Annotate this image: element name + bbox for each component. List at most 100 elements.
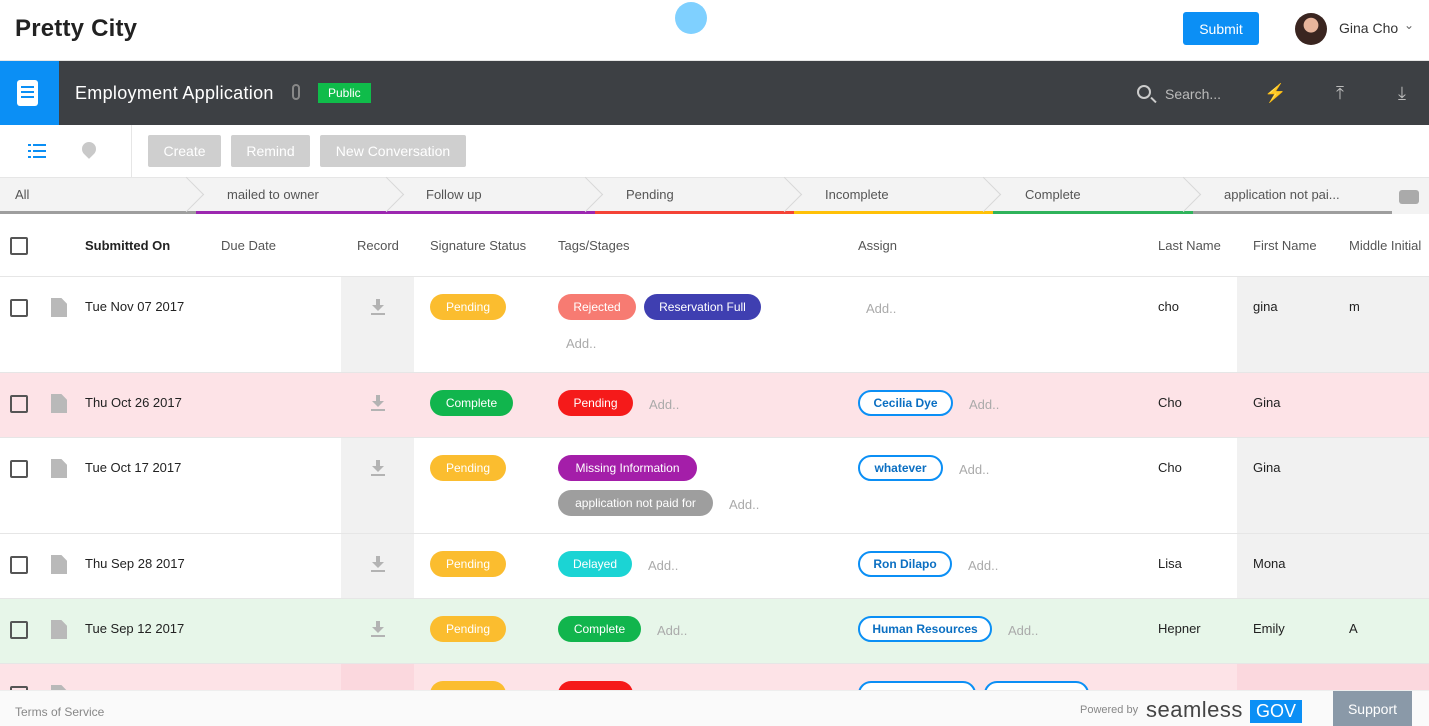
- file-icon[interactable]: [51, 620, 67, 639]
- column-header-first-name[interactable]: First Name: [1253, 238, 1317, 253]
- assignee-pill[interactable]: Human Resources: [858, 616, 992, 642]
- search-input[interactable]: [1165, 83, 1245, 105]
- row-checkbox[interactable]: [10, 460, 28, 478]
- row-checkbox[interactable]: [10, 556, 28, 574]
- signature-status-pill[interactable]: Pending: [430, 294, 506, 320]
- select-all-checkbox[interactable]: [10, 237, 28, 255]
- tag-pill[interactable]: Missing Information: [558, 455, 697, 481]
- table-row[interactable]: Thu Oct 26 2017 Complete Pending Add.. C…: [0, 373, 1429, 438]
- powered-by-text: Powered by: [1080, 704, 1139, 716]
- table-row[interactable]: Thu Sep 28 2017 Pending Delayed Add.. Ro…: [0, 534, 1429, 599]
- paperclip-icon[interactable]: [292, 84, 300, 100]
- terms-of-service-link[interactable]: Terms of Service: [15, 705, 104, 719]
- tag-pill[interactable]: application not paid for: [558, 490, 713, 516]
- column-header-tags-stages[interactable]: Tags/Stages: [558, 238, 630, 253]
- gear-icon[interactable]: [1399, 190, 1419, 204]
- file-icon[interactable]: [51, 555, 67, 574]
- support-button[interactable]: Support: [1333, 691, 1412, 726]
- brand-title: Pretty City: [15, 15, 138, 42]
- download-icon[interactable]: [371, 621, 385, 637]
- stage-label: Incomplete: [825, 187, 889, 202]
- row-checkbox[interactable]: [10, 621, 28, 639]
- signature-status-pill[interactable]: Complete: [430, 390, 513, 416]
- user-name[interactable]: Gina Cho: [1339, 20, 1398, 36]
- table-row[interactable]: Tue Oct 17 2017 Pending Missing Informat…: [0, 438, 1429, 534]
- create-button[interactable]: Create: [148, 135, 221, 167]
- add-assignee-link[interactable]: Add..: [959, 462, 989, 477]
- first-name: gina: [1253, 299, 1278, 314]
- add-tag-link[interactable]: Add..: [566, 336, 596, 351]
- add-tag-link[interactable]: Add..: [729, 497, 759, 512]
- tag-pill[interactable]: Complete: [558, 616, 641, 642]
- app-root: Pretty City Submit Gina Cho ⌄ Employment…: [0, 0, 1429, 726]
- stage-tab-follow-up[interactable]: Follow up: [396, 178, 595, 214]
- row-checkbox[interactable]: [10, 299, 28, 317]
- add-tag-link[interactable]: Add..: [649, 397, 679, 412]
- lightning-icon[interactable]: ⚡: [1264, 81, 1286, 105]
- download-icon[interactable]: [371, 460, 385, 476]
- last-name: cho: [1158, 299, 1179, 314]
- add-assignee-link[interactable]: Add..: [1008, 623, 1038, 638]
- search-icon[interactable]: [1137, 85, 1151, 99]
- add-assignee-link[interactable]: Add..: [968, 558, 998, 573]
- file-icon[interactable]: [51, 459, 67, 478]
- stage-tab-mailed-to-owner[interactable]: mailed to owner: [196, 178, 396, 214]
- download-icon[interactable]: [371, 299, 385, 315]
- stage-tab-complete[interactable]: Complete: [993, 178, 1193, 214]
- first-name: Mona: [1253, 556, 1286, 571]
- last-name: Lisa: [1158, 556, 1182, 571]
- column-header-last-name[interactable]: Last Name: [1158, 238, 1221, 253]
- map-pin-icon[interactable]: [79, 139, 99, 159]
- list-view-icon[interactable]: [28, 144, 46, 158]
- first-name: Gina: [1253, 395, 1281, 410]
- column-header-signature-status[interactable]: Signature Status: [430, 238, 526, 253]
- cursor-indicator: [675, 2, 707, 34]
- remind-button[interactable]: Remind: [231, 135, 310, 167]
- tag-pill[interactable]: Rejected: [558, 294, 636, 320]
- column-header-record[interactable]: Record: [357, 238, 399, 253]
- submit-button[interactable]: Submit: [1183, 12, 1259, 45]
- column-header-submitted-on[interactable]: Submitted On: [85, 238, 170, 253]
- chevron-down-icon[interactable]: ⌄: [1404, 18, 1414, 32]
- avatar[interactable]: [1295, 13, 1327, 45]
- add-tag-link[interactable]: Add..: [648, 558, 678, 573]
- upload-icon[interactable]: ⤒: [1329, 81, 1351, 105]
- column-header-assign[interactable]: Assign: [858, 238, 897, 253]
- table-row[interactable]: Tue Nov 07 2017 Pending Rejected Reserva…: [0, 277, 1429, 373]
- middle-initial: m: [1349, 299, 1360, 314]
- stage-tab-application-not-paid[interactable]: application not pai...: [1193, 178, 1392, 214]
- stage-tab-pending[interactable]: Pending: [595, 178, 794, 214]
- column-header-middle-initial[interactable]: Middle Initial: [1349, 238, 1421, 253]
- signature-status-pill[interactable]: Pending: [430, 455, 506, 481]
- stage-label: Follow up: [426, 187, 482, 202]
- submitted-date: Tue Sep 12 2017: [85, 621, 185, 636]
- add-assignee-link[interactable]: Add..: [866, 301, 896, 316]
- toolbar: Create Remind New Conversation: [0, 125, 1429, 178]
- download-icon[interactable]: [371, 395, 385, 411]
- row-checkbox[interactable]: [10, 395, 28, 413]
- stage-label: Pending: [626, 187, 674, 202]
- tag-pill[interactable]: Delayed: [558, 551, 632, 577]
- last-name: Cho: [1158, 460, 1182, 475]
- assignee-pill[interactable]: whatever: [858, 455, 943, 481]
- file-icon[interactable]: [51, 298, 67, 317]
- assignee-pill[interactable]: Cecilia Dye: [858, 390, 953, 416]
- file-icon[interactable]: [51, 394, 67, 413]
- stage-tab-all[interactable]: All: [0, 178, 196, 214]
- top-bar: Pretty City Submit Gina Cho ⌄: [0, 0, 1429, 61]
- download-icon[interactable]: [371, 556, 385, 572]
- stage-tab-incomplete[interactable]: Incomplete: [794, 178, 993, 214]
- download-icon[interactable]: ⤓: [1391, 81, 1413, 105]
- add-tag-link[interactable]: Add..: [657, 623, 687, 638]
- new-conversation-button[interactable]: New Conversation: [320, 135, 466, 167]
- add-assignee-link[interactable]: Add..: [969, 397, 999, 412]
- tag-pill[interactable]: Reservation Full: [644, 294, 761, 320]
- assignee-pill[interactable]: Ron Dilapo: [858, 551, 952, 577]
- document-icon[interactable]: [0, 61, 59, 125]
- table-row[interactable]: Tue Sep 12 2017 Pending Complete Add.. H…: [0, 599, 1429, 664]
- column-header-due-date[interactable]: Due Date: [221, 238, 276, 253]
- tag-pill[interactable]: Pending: [558, 390, 633, 416]
- signature-status-pill[interactable]: Pending: [430, 551, 506, 577]
- gov-logo-box: GOV: [1250, 700, 1303, 723]
- signature-status-pill[interactable]: Pending: [430, 616, 506, 642]
